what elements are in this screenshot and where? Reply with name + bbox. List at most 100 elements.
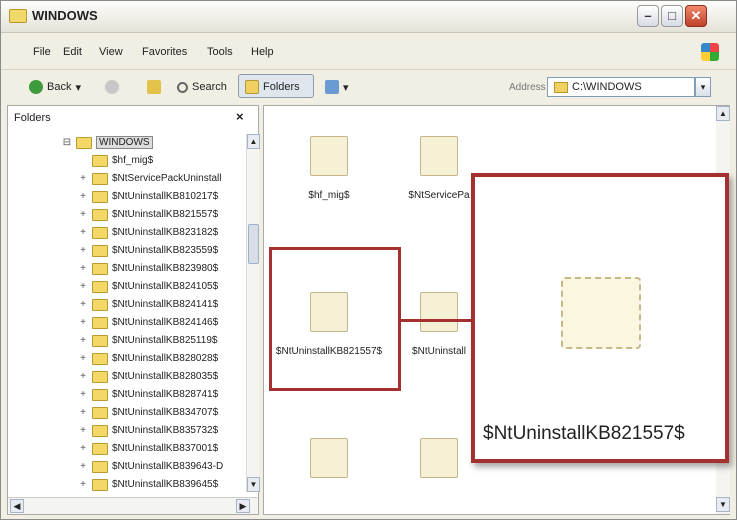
tree-item[interactable]: + $NtUninstallKB824146$ [78,314,218,331]
scroll-thumb[interactable] [248,224,259,264]
tree-item[interactable]: + $NtUninstallKB823182$ [78,224,218,241]
folder-icon [92,190,108,203]
tree-root-windows[interactable]: ⊟ WINDOWS [62,134,153,151]
folder-icon [561,277,641,349]
expand-icon[interactable]: + [78,173,88,184]
expand-icon[interactable]: + [78,425,88,436]
folder-icon [92,208,108,221]
menu-tools[interactable]: Tools [207,46,233,58]
tree-item[interactable]: + $NtServicePackUninstall [78,170,222,187]
scroll-up-button[interactable]: ▲ [247,134,260,149]
expand-icon[interactable]: + [78,209,88,220]
tree-item[interactable]: + $NtUninstallKB810217$ [78,188,218,205]
address-input[interactable]: C:\WINDOWS [547,77,695,97]
scroll-right-button[interactable]: ▶ [236,499,250,513]
tree-item[interactable]: + $NtUninstallKB834707$ [78,404,218,421]
tree-item[interactable]: + $NtUninstallKB835732$ [78,422,218,439]
expand-icon[interactable]: + [78,191,88,202]
title-bar[interactable]: WINDOWS – □ ✕ [1,1,736,33]
expand-icon[interactable]: + [78,281,88,292]
folder-icon [92,424,108,437]
expand-icon[interactable]: + [78,353,88,364]
tree-item[interactable]: + $NtUninstallKB828741$ [78,386,218,403]
folder-icon [310,136,348,176]
tree-item[interactable]: + $NtUninstallKB823559$ [78,242,218,259]
expand-icon[interactable]: + [78,335,88,346]
toolbar: Back ▾ Search Folders ▾ Address C:\WINDO… [1,69,736,101]
zoom-callout-label: $NtUninstallKB821557$ [483,423,685,444]
expand-icon[interactable]: + [78,371,88,382]
tree-item-label: $NtUninstallKB828035$ [112,371,219,382]
tree-item[interactable]: + $NtUninstallKB837001$ [78,440,218,457]
back-label: Back [47,81,72,93]
tree-item-label: $NtUninstallKB823182$ [112,227,219,238]
scroll-down-button[interactable]: ▼ [247,477,260,492]
forward-button[interactable] [105,78,119,96]
expand-icon[interactable]: + [78,479,88,490]
folder-icon [92,406,108,419]
folders-pane-title: Folders [14,112,51,124]
folders-button[interactable]: Folders [245,78,300,96]
tree-item[interactable]: + $NtUninstallKB839643-D [78,458,223,475]
collapse-icon[interactable]: ⊟ [62,137,72,148]
scroll-down-button[interactable]: ▼ [716,497,730,512]
file-item[interactable] [274,438,384,478]
folders-vertical-scrollbar[interactable]: ▲ ▼ [246,134,260,492]
folder-icon [92,298,108,311]
close-button[interactable]: ✕ [685,5,707,27]
menu-edit[interactable]: Edit [63,46,82,58]
tree-item[interactable]: + $NtUninstallKB824141$ [78,296,218,313]
search-icon [177,81,188,93]
back-dropdown-icon[interactable]: ▾ [75,81,81,94]
address-dropdown-button[interactable]: ▾ [695,77,711,97]
views-button[interactable]: ▾ [325,78,349,96]
tree-item[interactable]: + $NtUninstallKB823980$ [78,260,218,277]
expand-icon[interactable]: + [78,245,88,256]
folders-horizontal-scrollbar[interactable]: ◀ ▶ [8,497,258,514]
tree-item[interactable]: + $NtUninstallKB839645$ [78,476,218,493]
menu-help[interactable]: Help [251,46,274,58]
tree-item[interactable]: + $NtUninstallKB821557$ [78,206,218,223]
tree-item-label: $NtUninstallKB839643-D [112,461,224,472]
folder-icon [92,154,108,167]
expand-icon[interactable]: + [78,317,88,328]
window-title: WINDOWS [32,8,98,23]
maximize-button[interactable]: □ [661,5,683,27]
expand-icon[interactable]: + [78,227,88,238]
expand-icon[interactable]: + [78,407,88,418]
forward-arrow-icon [105,80,119,94]
tree-item-label: $NtUninstallKB823559$ [112,245,219,256]
views-icon [325,80,339,94]
address-value: C:\WINDOWS [572,81,642,93]
expand-icon[interactable]: + [78,389,88,400]
folder-icon [92,226,108,239]
scroll-up-button[interactable]: ▲ [716,106,730,121]
folders-pane-close-button[interactable]: × [236,109,244,124]
expand-icon[interactable]: + [78,299,88,310]
folder-icon [420,136,458,176]
expand-icon[interactable]: + [78,461,88,472]
tree-item-label: $NtServicePackUninstall [112,173,222,184]
menu-favorites[interactable]: Favorites [142,46,187,58]
search-button[interactable]: Search [177,78,227,96]
tree-item[interactable]: + $NtUninstallKB825119$ [78,332,217,349]
tree-item-label: $NtUninstallKB834707$ [112,407,219,418]
minimize-button[interactable]: – [637,5,659,27]
tree-item[interactable]: + $NtUninstallKB828035$ [78,368,218,385]
expand-icon[interactable]: + [78,263,88,274]
tree-item[interactable]: $hf_mig$ [78,152,153,169]
menu-view[interactable]: View [99,46,123,58]
folder-icon [92,388,108,401]
folder-icon [92,280,108,293]
up-button[interactable] [147,78,161,96]
scroll-left-button[interactable]: ◀ [10,499,24,513]
tree-item[interactable]: + $NtUninstallKB824105$ [78,278,218,295]
expand-icon[interactable]: + [78,443,88,454]
folder-icon [92,352,108,365]
file-item[interactable]: $hf_mig$ [274,136,384,201]
folder-icon [92,370,108,383]
address-label: Address [509,82,546,93]
tree-item[interactable]: + $NtUninstallKB828028$ [78,350,218,367]
menu-file[interactable]: File [33,46,51,58]
back-button[interactable]: Back ▾ [29,78,81,96]
